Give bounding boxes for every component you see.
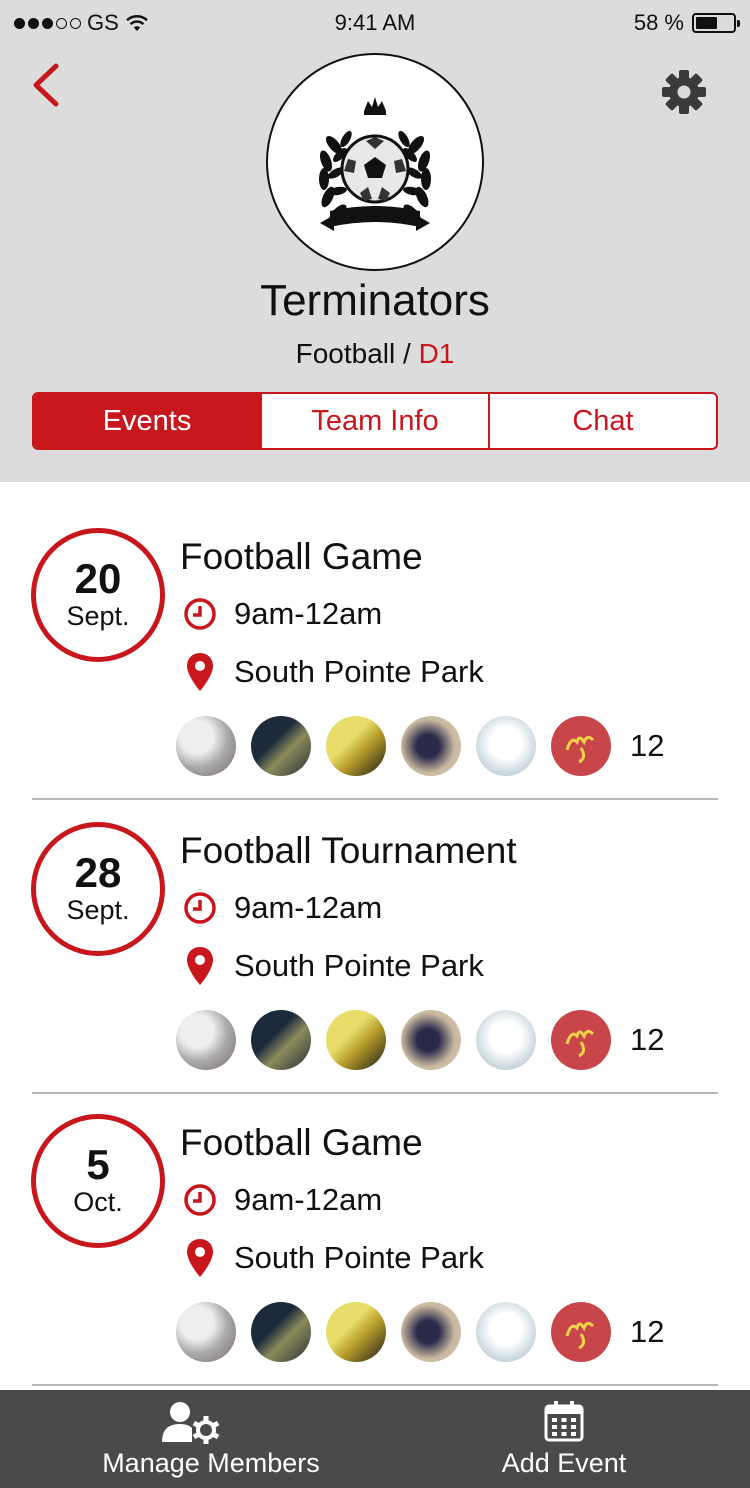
- avatar[interactable]: [476, 1302, 536, 1362]
- avatar[interactable]: [326, 716, 386, 776]
- attendee-avatars: 12: [176, 1010, 664, 1070]
- battery-icon: [692, 13, 740, 33]
- tab-chat[interactable]: Chat: [490, 394, 716, 448]
- avatar[interactable]: [176, 1010, 236, 1070]
- clock-icon: [184, 598, 216, 630]
- event-day: 20: [74, 555, 122, 602]
- ribbon-banner-icon: [320, 206, 430, 231]
- attendee-count: 12: [630, 1022, 665, 1057]
- event-title: Football Tournament: [180, 830, 517, 871]
- event-time-row: 9am-12am: [180, 888, 382, 928]
- event-location-row: South Pointe Park: [180, 652, 484, 692]
- add-event-label: Add Event: [501, 1448, 627, 1478]
- clock-icon: [184, 892, 216, 924]
- battery-percent: 58 %: [633, 10, 684, 35]
- event-title: Football Game: [180, 536, 423, 577]
- gear-icon: [662, 70, 706, 114]
- avatar[interactable]: [476, 1010, 536, 1070]
- team-sport: Football: [295, 338, 396, 369]
- avatar[interactable]: [251, 716, 311, 776]
- attendee-avatars: 12: [176, 716, 664, 776]
- avatar[interactable]: [176, 716, 236, 776]
- avatar[interactable]: [401, 716, 461, 776]
- crown-icon: [364, 97, 386, 115]
- avatar[interactable]: [551, 1010, 611, 1070]
- event-item[interactable]: 20 Sept. Football Game 9am-12am South Po…: [0, 482, 750, 776]
- status-right: 58 %: [633, 10, 740, 36]
- user-gear-icon: [162, 1402, 220, 1444]
- event-month: Sept.: [66, 601, 130, 631]
- manage-members-button[interactable]: Manage Members: [90, 1390, 332, 1488]
- event-month: Sept.: [66, 895, 130, 925]
- event-day: 5: [86, 1141, 110, 1188]
- map-pin-icon: [187, 1239, 213, 1277]
- map-pin-icon: [187, 653, 213, 691]
- settings-button[interactable]: [658, 66, 710, 118]
- manage-members-label: Manage Members: [102, 1448, 320, 1478]
- event-time: 9am-12am: [234, 596, 383, 631]
- team-header: GS 9:41 AM 58 % Terminators Football / D…: [0, 0, 750, 482]
- football-crest-logo: [319, 97, 431, 231]
- attendee-avatars: 12: [176, 1302, 664, 1362]
- segmented-tabs: Events Team Info Chat: [32, 392, 718, 450]
- team-separator: /: [395, 338, 419, 369]
- event-location: South Pointe Park: [234, 948, 484, 983]
- bottom-toolbar: Manage Members Add Event: [0, 1390, 750, 1488]
- event-location-row: South Pointe Park: [180, 1238, 484, 1278]
- divider: [32, 1384, 718, 1386]
- event-month: Oct.: [73, 1187, 123, 1217]
- attendee-count: 12: [630, 728, 665, 763]
- event-time: 9am-12am: [234, 890, 383, 925]
- tab-events[interactable]: Events: [34, 394, 262, 448]
- back-button[interactable]: [26, 58, 70, 112]
- clock-icon: [184, 1184, 216, 1216]
- team-division[interactable]: D1: [419, 338, 455, 369]
- event-location-row: South Pointe Park: [180, 946, 484, 986]
- avatar[interactable]: [326, 1010, 386, 1070]
- event-date-badge: 28 Sept.: [31, 822, 165, 956]
- avatar[interactable]: [251, 1010, 311, 1070]
- tab-team-info[interactable]: Team Info: [262, 394, 490, 448]
- team-name: Terminators: [260, 276, 490, 325]
- avatar[interactable]: [401, 1010, 461, 1070]
- event-time: 9am-12am: [234, 1182, 383, 1217]
- avatar[interactable]: [251, 1302, 311, 1362]
- map-pin-icon: [187, 947, 213, 985]
- event-item[interactable]: 28 Sept. Football Tournament 9am-12am So…: [0, 776, 750, 1070]
- event-item[interactable]: 5 Oct. Football Game 9am-12am South Poin…: [0, 1068, 750, 1362]
- calendar-icon: [544, 1401, 584, 1442]
- soccer-ball-icon: [340, 134, 410, 204]
- team-logo: [266, 53, 484, 271]
- chevron-left-icon: [33, 63, 59, 107]
- avatar[interactable]: [401, 1302, 461, 1362]
- avatar[interactable]: [551, 1302, 611, 1362]
- event-location: South Pointe Park: [234, 1240, 484, 1275]
- team-subtitle: Football / D1: [0, 338, 750, 370]
- event-title: Football Game: [180, 1122, 423, 1163]
- avatar[interactable]: [551, 716, 611, 776]
- avatar[interactable]: [476, 716, 536, 776]
- avatar[interactable]: [176, 1302, 236, 1362]
- event-time-row: 9am-12am: [180, 594, 382, 634]
- event-date-badge: 5 Oct.: [31, 1114, 165, 1248]
- attendee-count: 12: [630, 1314, 665, 1349]
- avatar[interactable]: [326, 1302, 386, 1362]
- event-location: South Pointe Park: [234, 654, 484, 689]
- add-event-button[interactable]: Add Event: [484, 1390, 644, 1488]
- status-bar: GS 9:41 AM 58 %: [0, 0, 750, 44]
- event-day: 28: [74, 849, 122, 896]
- event-time-row: 9am-12am: [180, 1180, 382, 1220]
- event-date-badge: 20 Sept.: [31, 528, 165, 662]
